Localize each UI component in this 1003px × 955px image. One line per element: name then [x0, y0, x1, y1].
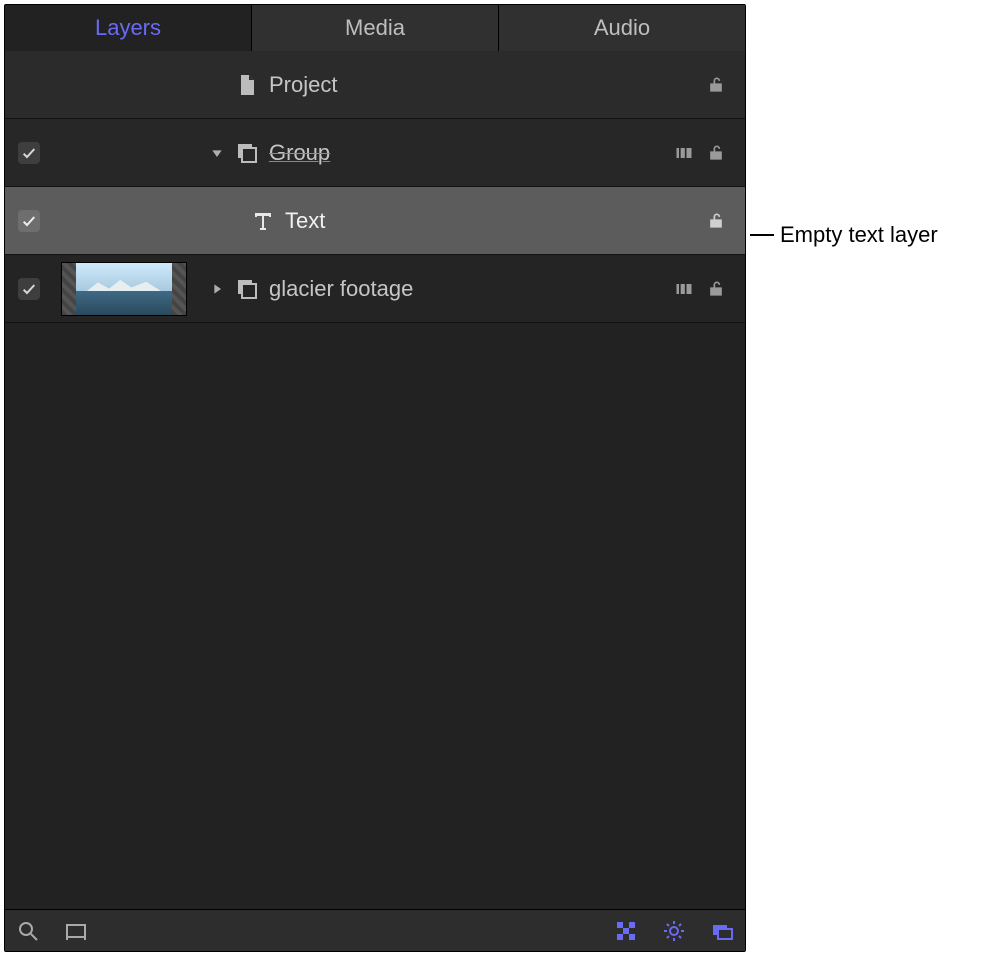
panel-footer	[5, 909, 745, 951]
thumbnail-image	[61, 262, 187, 316]
frame-icon[interactable]	[63, 918, 89, 944]
row-label: glacier footage	[269, 276, 673, 302]
disclosure-triangle-open[interactable]	[205, 141, 229, 165]
row-clip[interactable]: glacier footage	[5, 255, 745, 323]
row-text[interactable]: Text	[5, 187, 745, 255]
tags-icon[interactable]	[673, 278, 695, 300]
thumb-placeholder	[53, 119, 195, 187]
visibility-checkbox[interactable]	[18, 142, 40, 164]
stack-icon	[233, 139, 261, 167]
row-label: Group	[269, 140, 673, 166]
thumb-placeholder	[53, 187, 195, 255]
clip-thumbnail[interactable]	[53, 255, 195, 323]
tab-layers[interactable]: Layers	[5, 5, 252, 51]
layers-panel: Layers Media Audio Project	[4, 4, 746, 952]
unlock-icon[interactable]	[705, 74, 727, 96]
row-project[interactable]: Project	[5, 51, 745, 119]
disclosure-triangle-closed[interactable]	[205, 277, 229, 301]
row-trailing	[673, 142, 745, 164]
document-icon	[233, 71, 261, 99]
windows-icon[interactable]	[709, 918, 735, 944]
checker-icon[interactable]	[613, 918, 639, 944]
row-group[interactable]: Group	[5, 119, 745, 187]
row-label: Text	[285, 208, 705, 234]
visibility-checkbox[interactable]	[18, 210, 40, 232]
row-trailing	[673, 278, 745, 300]
gear-icon[interactable]	[661, 918, 687, 944]
callout: Empty text layer	[750, 222, 938, 248]
unlock-icon[interactable]	[705, 210, 727, 232]
row-trailing	[705, 210, 745, 232]
callout-line	[750, 234, 774, 236]
tab-audio[interactable]: Audio	[499, 5, 745, 51]
unlock-icon[interactable]	[705, 278, 727, 300]
layer-rows: Project Group	[5, 51, 745, 909]
stack-icon	[233, 275, 261, 303]
row-label: Project	[269, 72, 705, 98]
tags-icon[interactable]	[673, 142, 695, 164]
thumb-placeholder	[53, 51, 195, 119]
tab-media[interactable]: Media	[252, 5, 499, 51]
text-icon	[249, 207, 277, 235]
tabbar: Layers Media Audio	[5, 5, 745, 51]
unlock-icon[interactable]	[705, 142, 727, 164]
row-trailing	[705, 74, 745, 96]
callout-text: Empty text layer	[780, 222, 938, 248]
visibility-checkbox[interactable]	[18, 278, 40, 300]
search-icon[interactable]	[15, 918, 41, 944]
indent-spacer	[205, 209, 245, 233]
